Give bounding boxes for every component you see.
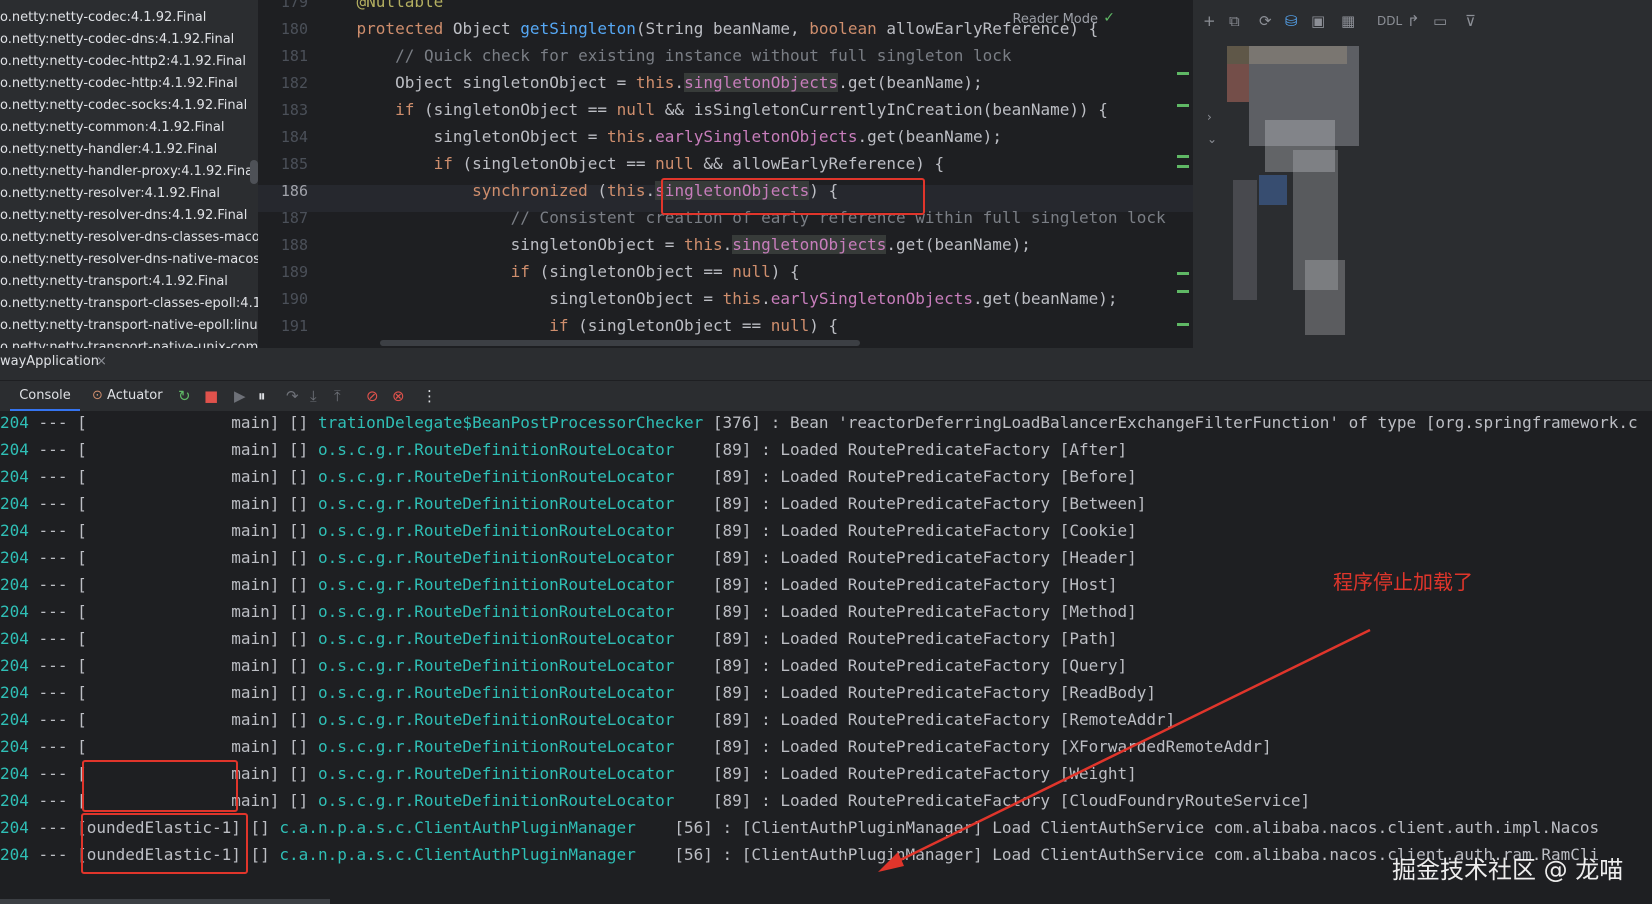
arrow-shaft (887, 628, 1371, 868)
arrow-head (878, 852, 904, 872)
watermark: 掘金技术社区 @ 龙喵 (1392, 856, 1624, 884)
annotation-arrow (878, 628, 1371, 872)
